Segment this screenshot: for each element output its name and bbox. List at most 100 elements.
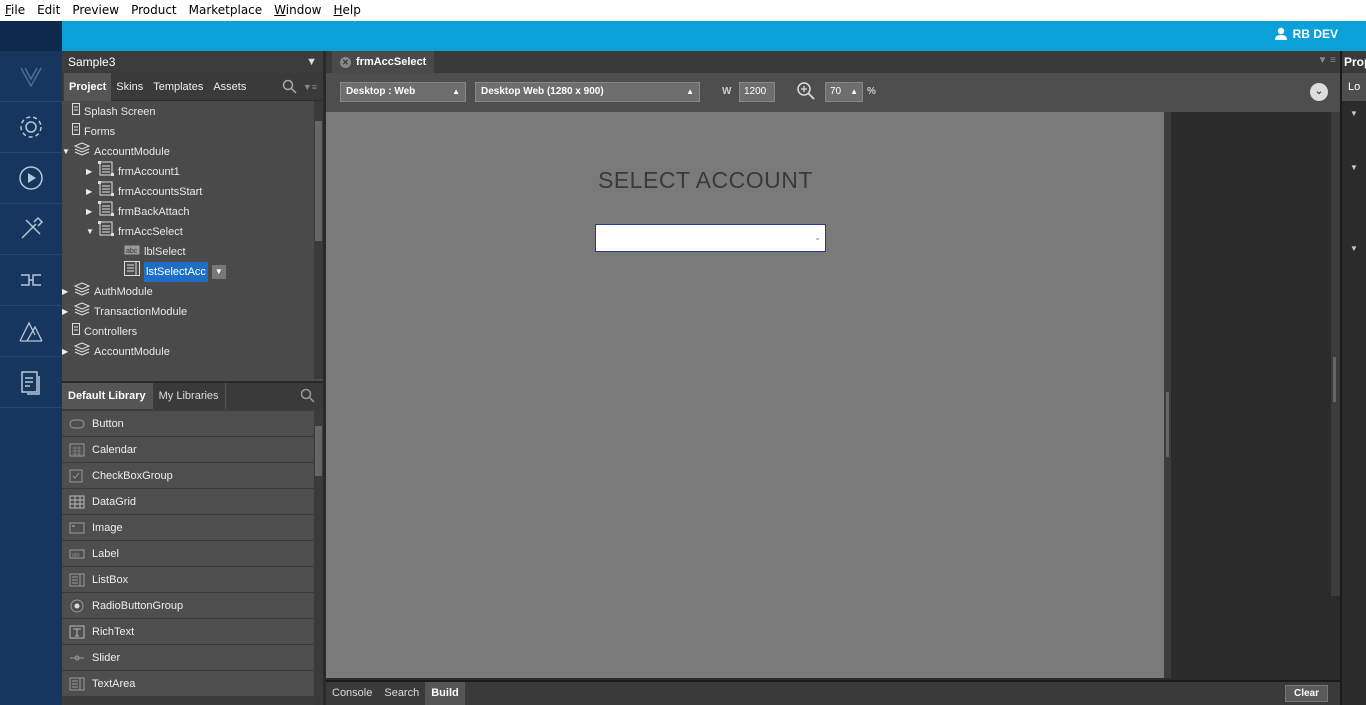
panel-menu-icon[interactable]: ▼≡ (303, 82, 317, 92)
expand-arrow-icon[interactable]: ▼ (1350, 163, 1358, 172)
library-scrollbar[interactable] (314, 426, 323, 705)
properties-subtab[interactable]: Lo (1342, 73, 1366, 101)
collapse-toolbar-button[interactable]: ⌄ (1310, 83, 1328, 101)
tab-default-library[interactable]: Default Library (62, 383, 153, 409)
user-menu[interactable]: RB DEV (1274, 27, 1338, 41)
tree-node[interactable]: ▼ AccountModule (62, 141, 170, 163)
expand-arrow-icon[interactable]: ▶ (86, 202, 94, 222)
menu-item-preview[interactable]: Preview (66, 0, 125, 21)
expand-arrow-icon[interactable]: ▶ (62, 302, 70, 322)
menu-item-edit[interactable]: Edit (31, 0, 66, 21)
widget-label: Button (92, 417, 124, 430)
tree-node-label: lblSelect (144, 246, 186, 258)
form-icon (98, 181, 114, 203)
widget-label: Calendar (92, 443, 137, 456)
width-input[interactable]: 1200 (739, 82, 775, 102)
widget-label[interactable]: abc Label (62, 541, 314, 567)
zoom-icon[interactable] (796, 81, 816, 101)
tree-node[interactable]: ▶ frmAccount1 (86, 161, 180, 182)
tab-console[interactable]: Console (326, 682, 378, 705)
tree-node-label: frmAccount1 (118, 166, 180, 178)
dropdown-icon[interactable]: ▼ (211, 265, 226, 279)
menu-item-file[interactable]: File (5, 0, 31, 21)
tree-node-label: Controllers (84, 326, 138, 338)
zoom-value: 70 (830, 86, 842, 97)
menu-item-help[interactable]: Help (328, 0, 367, 21)
search-icon[interactable] (282, 79, 297, 94)
play-icon[interactable] (0, 153, 62, 204)
bottom-panel-tabs: Console Search Build Clear (326, 680, 1340, 705)
widget-listbox[interactable]: ListBox (62, 567, 314, 593)
widget-datagrid[interactable]: DataGrid (62, 489, 314, 515)
expand-arrow-icon[interactable]: ▼ (1350, 109, 1358, 118)
visualizer-logo-icon[interactable] (0, 51, 62, 102)
widget-checkboxgroup[interactable]: CheckBoxGroup (62, 463, 314, 489)
expand-arrow-icon[interactable]: ▶ (86, 162, 94, 182)
user-name: RB DEV (1292, 27, 1338, 41)
tab-skins[interactable]: Skins (111, 73, 148, 101)
expand-arrow-icon[interactable]: ▶ (62, 342, 70, 362)
tree-scrollbar[interactable] (314, 101, 323, 379)
module-icon (73, 141, 91, 163)
tree-node[interactable]: ▶ AccountModule (62, 341, 170, 362)
listbox-icon (124, 261, 140, 283)
tab-search[interactable]: Search (378, 682, 425, 705)
tree-node[interactable]: Splash Screen (62, 102, 156, 122)
updown-icon: ▲ (686, 87, 694, 96)
widget-slider[interactable]: Slider (62, 645, 314, 671)
menu-item-window[interactable]: Window (268, 0, 327, 21)
menu-item-product[interactable]: Product (125, 0, 183, 21)
document-icon[interactable] (0, 357, 62, 408)
expand-arrow-icon[interactable]: ▼ (1350, 244, 1358, 253)
select-account-listbox[interactable]: ⌄ (595, 224, 826, 252)
widget-textarea[interactable]: TextArea (62, 671, 314, 697)
tree-node[interactable]: lstSelectAcc ▼ (112, 261, 226, 283)
expand-arrow-icon[interactable]: ▼ (86, 222, 94, 242)
tree-node-label: frmAccountsStart (118, 186, 203, 198)
widget-image[interactable]: Image (62, 515, 314, 541)
updown-icon: ▲ (850, 87, 858, 96)
tree-node[interactable]: Forms (62, 122, 115, 142)
services-icon[interactable] (0, 255, 62, 306)
form-canvas[interactable]: SELECT ACCOUNT ⌄ (326, 112, 1164, 678)
svg-text:abc: abc (126, 248, 138, 255)
editor-menu-icon[interactable]: ▼ ≡ (1317, 55, 1336, 66)
widget-radiobuttongroup[interactable]: RadioButtonGroup (62, 593, 314, 619)
tab-frmAccSelect[interactable]: ✕ frmAccSelect (332, 51, 435, 73)
pin-icon[interactable]: ▼ (306, 51, 317, 73)
tab-build[interactable]: Build (425, 682, 465, 705)
menu-item-marketplace[interactable]: Marketplace (183, 0, 269, 21)
tab-project[interactable]: Project (64, 72, 112, 101)
tree-node[interactable]: ▶ TransactionModule (62, 301, 187, 322)
design-icon[interactable] (0, 306, 62, 357)
tree-node[interactable]: ▶ frmBackAttach (86, 201, 190, 222)
canvas-splitter[interactable] (1164, 112, 1171, 678)
datagrid-icon (62, 495, 92, 509)
widget-button[interactable]: Button (62, 411, 314, 437)
tab-my-libraries[interactable]: My Libraries (153, 383, 226, 409)
clear-button[interactable]: Clear (1284, 685, 1328, 702)
channel-select[interactable]: Desktop : Web ▲ (340, 82, 466, 102)
tree-node[interactable]: Controllers (62, 322, 137, 342)
tree-node[interactable]: abc lblSelect (112, 242, 186, 262)
editor-scrollbar[interactable] (1331, 112, 1340, 596)
build-tools-icon[interactable] (0, 204, 62, 255)
settings-gear-icon[interactable] (0, 102, 62, 153)
zoom-unit: % (867, 86, 876, 97)
close-tab-icon[interactable]: ✕ (340, 56, 351, 68)
expand-arrow-icon[interactable]: ▶ (62, 282, 70, 302)
resolution-select[interactable]: Desktop Web (1280 x 900) ▲ (475, 82, 700, 102)
expand-arrow-icon[interactable]: ▶ (86, 182, 94, 202)
tree-node[interactable]: ▶ AuthModule (62, 281, 153, 302)
tree-node[interactable]: ▼ frmAccSelect (86, 221, 183, 242)
zoom-input[interactable]: 70 ▲ (825, 82, 863, 102)
button-icon (62, 417, 92, 431)
widget-richtext[interactable]: RichText (62, 619, 314, 645)
tab-assets[interactable]: Assets (208, 73, 251, 101)
library-search-icon[interactable] (300, 388, 315, 403)
form-title-label[interactable]: SELECT ACCOUNT (598, 167, 813, 194)
tree-node[interactable]: ▶ frmAccountsStart (86, 181, 203, 203)
expand-arrow-icon[interactable]: ▼ (62, 142, 70, 162)
widget-calendar[interactable]: Calendar (62, 437, 314, 463)
tab-templates[interactable]: Templates (148, 73, 208, 101)
